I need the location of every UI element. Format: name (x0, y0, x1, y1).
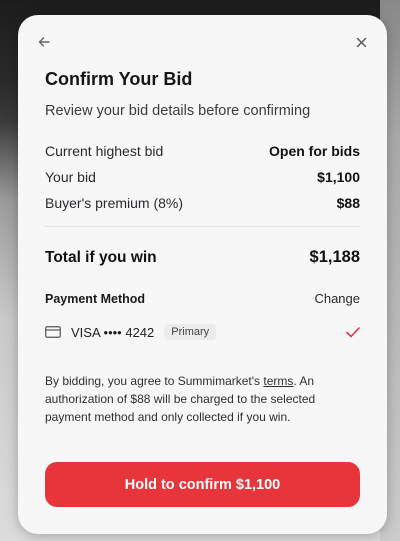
terms-link[interactable]: terms (263, 374, 293, 388)
hold-to-confirm-button[interactable]: Hold to confirm $1,100 (45, 462, 360, 507)
legal-disclaimer: By bidding, you agree to Summimarket's t… (45, 372, 345, 426)
credit-card-icon (45, 326, 61, 338)
summary-value: $1,100 (317, 169, 360, 185)
modal-title: Confirm Your Bid (45, 69, 193, 89)
total-row: Total if you win $1,188 (45, 248, 360, 267)
total-label: Total if you win (45, 248, 157, 266)
checkmark-icon (346, 326, 360, 338)
summary-value: $88 (336, 195, 360, 211)
card-number: VISA •••• 4242 (71, 324, 155, 340)
summary-label: Current highest bid (45, 143, 164, 159)
payment-method-label: Payment Method (45, 291, 146, 306)
summary-label: Your bid (45, 169, 96, 185)
arrow-left-icon (38, 37, 50, 47)
divider (45, 226, 360, 227)
summary-row-your-bid: Your bid $1,100 (45, 169, 360, 185)
modal-subtitle: Review your bid details before confirmin… (45, 103, 311, 119)
primary-badge: Primary (164, 324, 217, 340)
summary-label: Buyer's premium (8%) (45, 195, 184, 211)
summary-row-current-bid: Current highest bid Open for bids (45, 143, 360, 159)
payment-card-option[interactable]: VISA •••• 4242 Primary (45, 324, 360, 340)
summary-value: Open for bids (269, 143, 360, 159)
change-payment-button[interactable]: Change (314, 291, 360, 306)
payment-method-header: Payment Method Change (45, 291, 360, 306)
summary-row-buyers-premium: Buyer's premium (8%) $88 (45, 195, 360, 211)
close-button[interactable] (352, 33, 370, 51)
total-value: $1,188 (309, 248, 360, 266)
close-icon (356, 37, 366, 47)
legal-prefix: By bidding, you agree to Summimarket's (45, 374, 264, 388)
back-button[interactable] (35, 33, 53, 51)
confirm-bid-modal: Confirm Your Bid Review your bid details… (18, 15, 387, 534)
